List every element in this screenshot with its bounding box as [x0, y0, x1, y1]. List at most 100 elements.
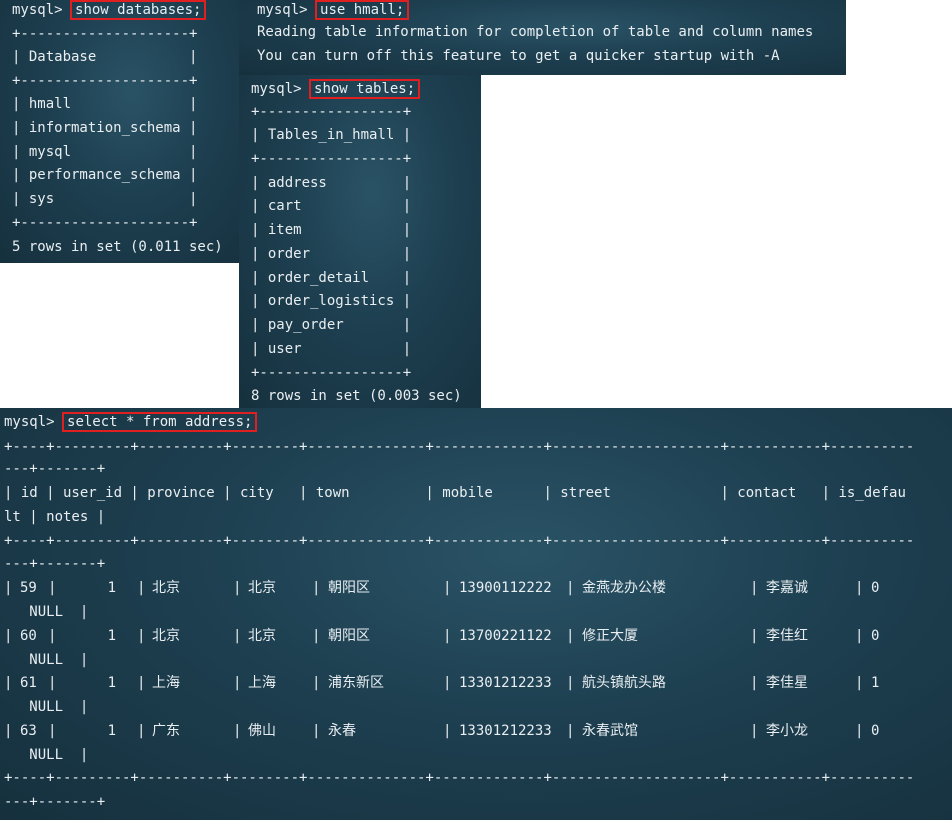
cell-contact: 李佳红 [766, 627, 808, 644]
cell-separator: | [443, 722, 452, 739]
info-message: Reading table information for completion… [257, 24, 814, 40]
cell-notes: NULL | [4, 604, 89, 620]
cell-street: 航头镇航头路 [582, 675, 666, 691]
cell-separator: | [750, 675, 759, 691]
table-border-wrap: ---+-------+ [4, 461, 106, 477]
table-header: | id | user_id | province | city | town … [4, 485, 906, 501]
table-border: +--------------------+ [12, 215, 198, 231]
cell-separator: | [4, 580, 13, 596]
cell-user-id: 1 [107, 580, 116, 596]
cell-separator: | [137, 675, 146, 691]
cell-notes: NULL | [4, 699, 89, 715]
table-border: +-----------------+ [251, 104, 412, 120]
cell-mobile: 13700221122 [459, 627, 552, 644]
cell-separator: | [48, 580, 57, 596]
table-border: +--------------------+ [12, 26, 198, 42]
table-row: | user | [251, 341, 412, 357]
prompt: mysql> [12, 2, 63, 18]
cell-separator: | [233, 722, 242, 739]
cell-separator: | [48, 627, 57, 644]
cell-separator: | [855, 580, 864, 596]
command-highlight: use hmall; [315, 0, 410, 20]
prompt: mysql> [257, 2, 308, 18]
table-row: | mysql | [12, 144, 198, 160]
table-row: | information_schema | [12, 120, 198, 136]
table-row: | cart | [251, 198, 412, 214]
cell-separator: | [312, 722, 321, 739]
cell-id: 61 [20, 675, 37, 691]
result-summary: 5 rows in set (0.011 sec) [12, 239, 223, 255]
prompt: mysql> [251, 81, 302, 97]
command-highlight: show tables; [309, 79, 421, 99]
cell-notes: NULL | [4, 746, 89, 763]
cell-street: 金燕龙办公楼 [582, 580, 666, 596]
cell-separator: | [137, 627, 146, 644]
cell-is-default: 0 [871, 722, 880, 739]
cell-province: 广东 [152, 722, 180, 739]
cell-separator: | [750, 722, 759, 739]
table-border-wrap: ---+-------+ [4, 794, 106, 810]
cell-separator: | [4, 627, 13, 644]
command-highlight: select * from address; [62, 412, 258, 432]
use-command-line: mysql> use hmall; [257, 0, 410, 22]
cell-separator: | [566, 675, 575, 691]
cell-is-default: 0 [871, 580, 880, 596]
table-border: +-----------------+ [251, 365, 412, 381]
cell-contact: 李嘉诚 [766, 580, 808, 596]
terminal-use-db: mysql> use hmall; Reading table informat… [239, 0, 846, 75]
cell-separator: | [750, 580, 759, 596]
table-header: | Database | [12, 49, 198, 65]
cell-mobile: 13301212233 [459, 722, 552, 739]
cell-mobile: 13301212233 [459, 675, 552, 691]
terminal-tables: mysql> show tables; +-----------------+ … [239, 75, 481, 408]
cell-separator: | [312, 675, 321, 691]
cell-separator: | [443, 580, 452, 596]
cell-user-id: 1 [107, 722, 116, 739]
table-row: | order_detail | [251, 270, 412, 286]
cell-separator: | [48, 675, 57, 691]
cell-separator: | [855, 627, 864, 644]
table-border: +----+---------+----------+--------+----… [4, 533, 915, 549]
cell-separator: | [137, 580, 146, 596]
table-border: +----+---------+----------+--------+----… [4, 439, 915, 455]
cell-separator: | [566, 580, 575, 596]
terminal-databases: mysql> show databases; +----------------… [0, 0, 239, 263]
table-row: | address | [251, 175, 412, 191]
cell-id: 59 [20, 580, 37, 596]
cell-separator: | [233, 580, 242, 596]
cell-province: 北京 [152, 580, 180, 596]
cell-separator: | [566, 627, 575, 644]
table-border: +--------------------+ [12, 73, 198, 89]
terminal-select: mysql> select * from address; +----+----… [0, 408, 952, 820]
databases-command-line: mysql> show databases; [12, 0, 207, 22]
cell-separator: | [855, 675, 864, 691]
cell-notes: NULL | [4, 651, 89, 668]
cell-town: 永春 [328, 722, 356, 739]
cell-city: 上海 [248, 675, 276, 691]
table-border-wrap: ---+-------+ [4, 556, 106, 572]
cell-street: 永春武馆 [582, 722, 638, 739]
table-row: | order | [251, 246, 412, 262]
cell-separator: | [233, 675, 242, 691]
cell-separator: | [750, 627, 759, 644]
cell-province: 上海 [152, 675, 180, 691]
cell-city: 北京 [248, 627, 276, 644]
cell-separator: | [566, 722, 575, 739]
info-message: You can turn off this feature to get a q… [257, 48, 780, 64]
cell-province: 北京 [152, 627, 180, 644]
table-row: | sys | [12, 191, 198, 207]
cell-is-default: 1 [871, 675, 880, 691]
cell-is-default: 0 [871, 627, 880, 644]
cell-town: 浦东新区 [328, 675, 384, 691]
cell-user-id: 1 [107, 675, 116, 691]
cell-separator: | [443, 627, 452, 644]
cell-separator: | [137, 722, 146, 739]
cell-separator: | [312, 627, 321, 644]
cell-id: 63 [20, 722, 37, 739]
table-row: | pay_order | [251, 317, 412, 333]
tables-command-line: mysql> show tables; [251, 77, 421, 101]
cell-contact: 李佳星 [766, 675, 808, 691]
cell-separator: | [855, 722, 864, 739]
table-border: +-----------------+ [251, 151, 412, 167]
cell-separator: | [312, 580, 321, 596]
